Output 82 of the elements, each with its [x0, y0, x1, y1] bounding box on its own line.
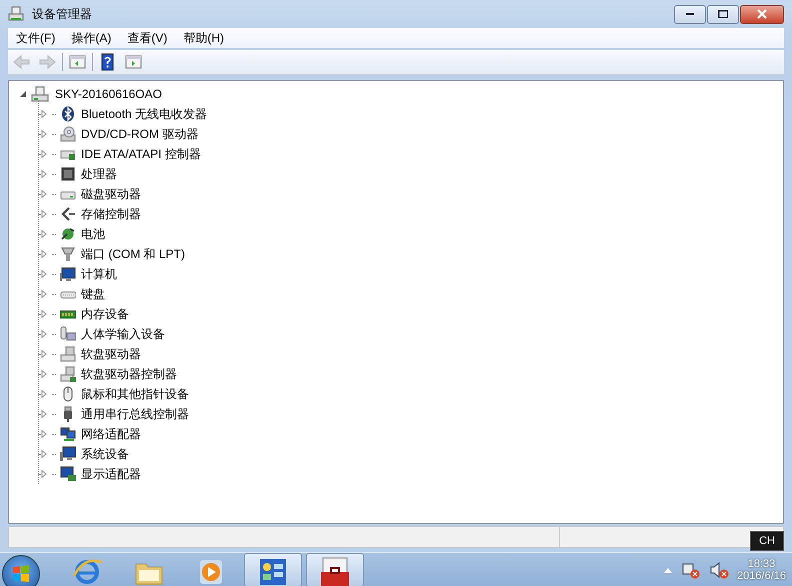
collapsed-arrow-icon[interactable]	[40, 150, 48, 158]
device-category[interactable]: Bluetooth 无线电收发器	[81, 106, 208, 122]
device-category[interactable]: 存储控制器	[81, 206, 141, 222]
disc-drive-icon	[60, 126, 76, 142]
system-monitor-icon	[60, 446, 76, 462]
collapsed-arrow-icon[interactable]	[40, 430, 48, 438]
back-arrow-icon	[12, 53, 31, 71]
control-panel-icon	[257, 556, 289, 586]
collapsed-arrow-icon[interactable]	[40, 350, 48, 358]
taskbar-button[interactable]	[306, 553, 364, 586]
device-category[interactable]: 端口 (COM 和 LPT)	[81, 246, 185, 262]
windows-logo-icon	[11, 564, 31, 584]
clock-time: 18:33	[748, 558, 776, 570]
device-category[interactable]: 网络适配器	[81, 426, 141, 442]
minimize-icon	[686, 13, 694, 15]
device-category[interactable]: 显示适配器	[81, 466, 141, 482]
computer-icon	[31, 86, 49, 102]
battery-icon	[60, 226, 76, 242]
collapsed-arrow-icon[interactable]	[40, 210, 48, 218]
floppy-controller-icon	[60, 366, 76, 382]
maximize-icon	[718, 10, 728, 18]
collapsed-arrow-icon[interactable]	[40, 130, 48, 138]
collapsed-arrow-icon[interactable]	[40, 370, 48, 378]
device-category[interactable]: IDE ATA/ATAPI 控制器	[81, 146, 201, 162]
bluetooth-icon	[60, 106, 76, 122]
device-category[interactable]: 系统设备	[81, 446, 129, 462]
collapsed-arrow-icon[interactable]	[40, 410, 48, 418]
device-category[interactable]: 鼠标和其他指针设备	[81, 386, 189, 402]
network-icon	[60, 426, 76, 442]
display-adapter-icon	[60, 466, 76, 482]
port-connector-icon	[60, 246, 76, 262]
expanded-arrow-icon[interactable]	[19, 90, 27, 98]
toolbox-icon	[319, 556, 351, 586]
processor-icon	[60, 166, 76, 182]
collapsed-arrow-icon[interactable]	[40, 230, 48, 238]
network-error-icon[interactable]	[681, 561, 702, 579]
start-button[interactable]	[2, 555, 40, 586]
collapsed-arrow-icon[interactable]	[40, 250, 48, 258]
device-category[interactable]: 通用串行总线控制器	[81, 406, 189, 422]
forward-arrow-icon	[38, 53, 57, 71]
collapsed-arrow-icon[interactable]	[40, 330, 48, 338]
menu-item[interactable]: 操作(A)	[63, 28, 120, 48]
floppy-drive-icon	[60, 346, 76, 362]
device-category[interactable]: 计算机	[81, 266, 117, 282]
collapsed-arrow-icon[interactable]	[40, 470, 48, 478]
collapsed-arrow-icon[interactable]	[40, 450, 48, 458]
device-category[interactable]: 内存设备	[81, 306, 129, 322]
input-device-icon	[60, 326, 76, 342]
computer-name[interactable]: SKY-20160616OAO	[55, 87, 162, 101]
device-category[interactable]: DVD/CD-ROM 驱动器	[81, 126, 198, 142]
device-category[interactable]: 处理器	[81, 166, 117, 182]
collapsed-arrow-icon[interactable]	[40, 390, 48, 398]
action-pane-icon	[124, 53, 143, 71]
device-category[interactable]: 键盘	[81, 286, 105, 302]
console-tree-icon	[68, 53, 87, 71]
device-manager-icon	[8, 6, 26, 22]
device-category[interactable]: 软盘驱动器	[81, 346, 141, 362]
device-category[interactable]: 人体学输入设备	[81, 326, 165, 342]
menu-item[interactable]: 查看(V)	[119, 28, 176, 48]
close-icon	[757, 9, 767, 19]
storage-controller-icon	[60, 206, 76, 222]
device-category[interactable]: 电池	[81, 226, 105, 242]
collapsed-arrow-icon[interactable]	[40, 270, 48, 278]
maximize-button[interactable]	[707, 4, 739, 24]
close-button[interactable]	[740, 4, 784, 24]
language-bar[interactable]: CH	[750, 531, 784, 551]
minimize-button[interactable]	[674, 4, 706, 24]
device-category[interactable]: 磁盘驱动器	[81, 186, 141, 202]
window-title: 设备管理器	[32, 6, 92, 22]
speaker-muted-icon[interactable]	[709, 561, 730, 579]
menu-item[interactable]: 文件(F)	[8, 28, 64, 48]
monitor-icon	[60, 266, 76, 282]
menu-item[interactable]: 帮助(H)	[175, 28, 232, 48]
clock-date: 2016/6/16	[737, 570, 786, 582]
collapsed-arrow-icon[interactable]	[40, 290, 48, 298]
collapsed-arrow-icon[interactable]	[40, 110, 48, 118]
collapsed-arrow-icon[interactable]	[40, 190, 48, 198]
device-category[interactable]: 软盘驱动器控制器	[81, 366, 177, 382]
collapsed-arrow-icon[interactable]	[40, 170, 48, 178]
taskbar-button[interactable]	[244, 553, 302, 586]
collapsed-arrow-icon[interactable]	[40, 310, 48, 318]
show-hidden-icons-icon[interactable]	[663, 566, 674, 574]
